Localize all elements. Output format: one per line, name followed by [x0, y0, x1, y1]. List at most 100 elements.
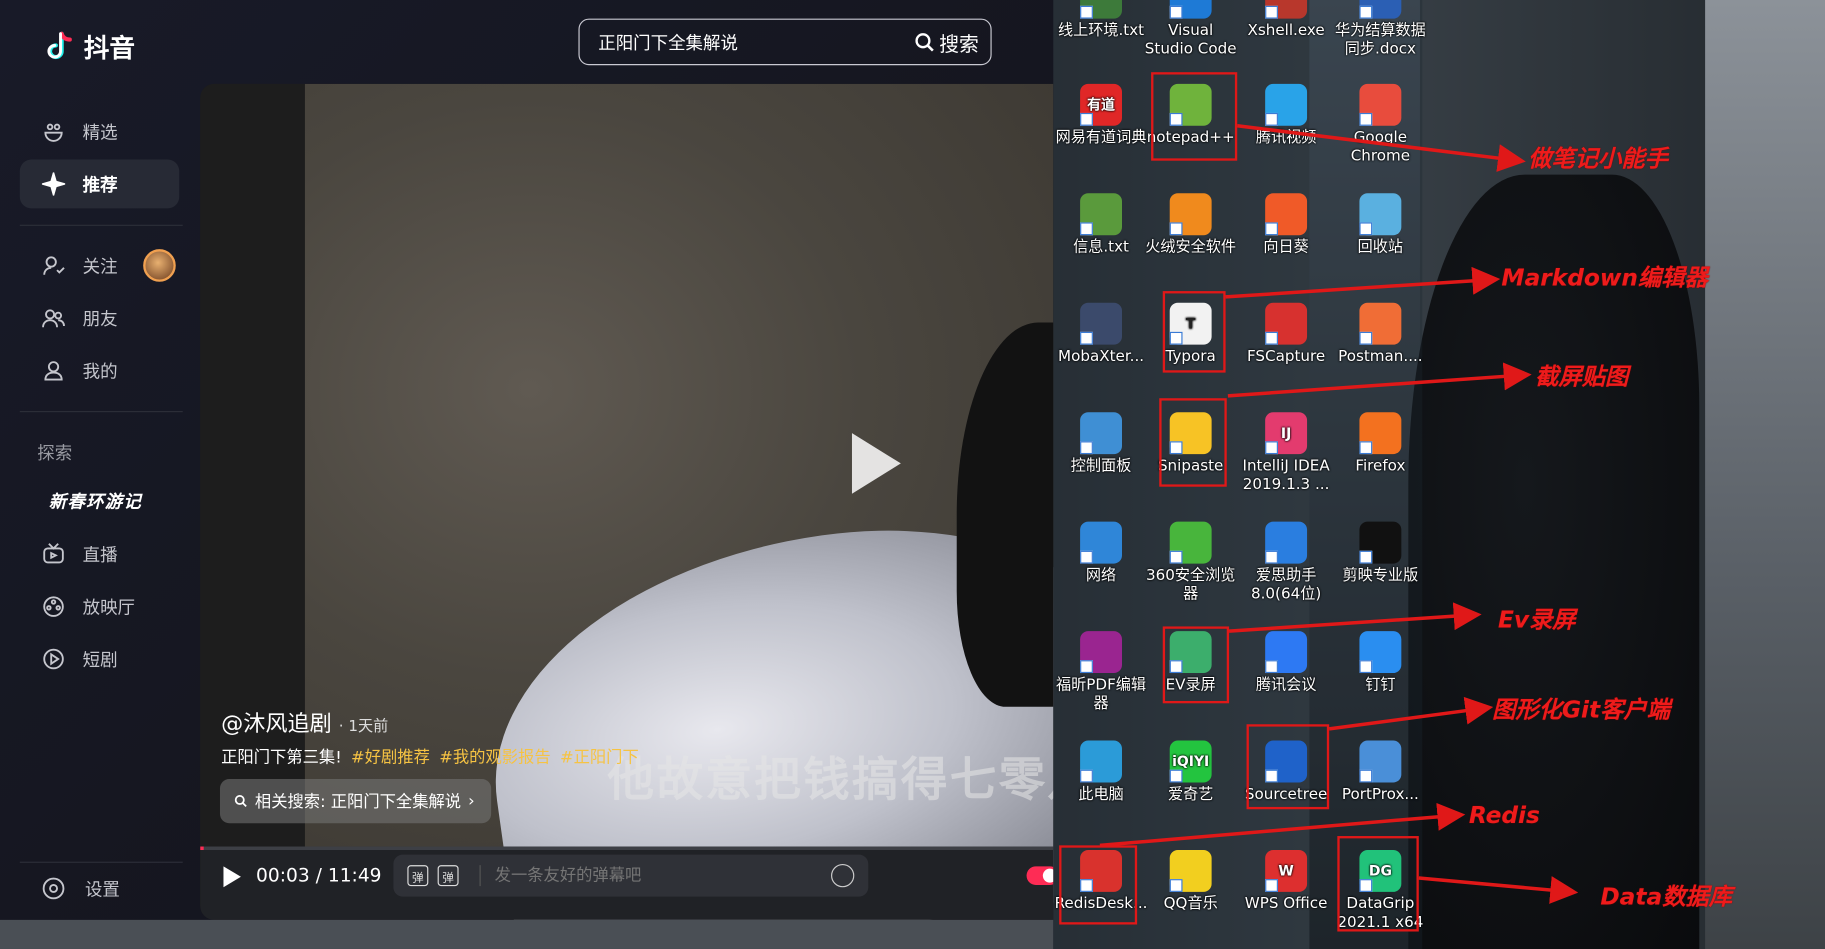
sidebar-item-mine[interactable]: 我的	[20, 346, 179, 395]
desktop-icon[interactable]: 网络	[1053, 521, 1148, 586]
desktop-icon[interactable]: Google Chrome	[1333, 83, 1428, 167]
desktop-icon-label: notepad++	[1146, 129, 1235, 147]
desktop-icon[interactable]: T Typora	[1143, 302, 1238, 367]
live-tv-icon	[41, 541, 67, 567]
desktop-icon[interactable]: MobaXter...	[1053, 302, 1148, 367]
desktop-icon[interactable]: 钉钉	[1333, 631, 1428, 695]
desktop-icon[interactable]: W WPS Office	[1238, 850, 1333, 914]
desktop-icon[interactable]: EV录屏	[1143, 631, 1238, 695]
progress-bar[interactable]	[200, 846, 1054, 851]
emoji-icon[interactable]	[831, 863, 855, 888]
douyin-note-icon	[47, 31, 72, 60]
desktop-icon[interactable]: 华为结算数据同步.docx	[1333, 0, 1428, 59]
desktop-icon[interactable]: 线上环境.txt	[1053, 0, 1148, 41]
annotation-notes: 做笔记小能手	[1528, 144, 1668, 173]
desktop-icon-label: 钉钉	[1365, 676, 1396, 694]
sparkle-icon	[41, 171, 67, 197]
desktop-icon[interactable]: QQ音乐	[1143, 850, 1238, 914]
desktop-icon[interactable]: 腾讯会议	[1238, 631, 1333, 695]
desktop-icon[interactable]: Sourcetree	[1238, 740, 1333, 805]
desktop-icon[interactable]: Xshell.exe	[1238, 0, 1333, 41]
settings-label: 设置	[84, 878, 120, 900]
festival-banner[interactable]: 新春环游记	[49, 489, 142, 513]
sidebar-item-featured[interactable]: 精选	[20, 107, 179, 156]
app-icon	[1169, 412, 1212, 455]
app-logo[interactable]: 抖音	[42, 28, 135, 65]
desktop-icon[interactable]: 360安全浏览器	[1143, 521, 1238, 605]
sidebar-item-recommend[interactable]: 推荐	[19, 159, 180, 209]
hashtag[interactable]: #正阳门下	[560, 749, 639, 768]
video-author[interactable]: @沐风追剧 · 1天前	[221, 707, 388, 738]
sidebar-item-friends[interactable]: 朋友	[20, 293, 179, 342]
desktop-icon[interactable]: 火绒安全软件	[1143, 193, 1238, 257]
desktop-icon[interactable]: 控制面板	[1053, 412, 1148, 476]
search-button[interactable]: 搜索	[915, 27, 979, 56]
desktop-icon[interactable]: 回收站	[1333, 193, 1428, 257]
play-icon[interactable]	[223, 866, 241, 888]
annotation-database: Data数据库	[1600, 882, 1733, 911]
desktop-icon[interactable]: PortProx...	[1333, 740, 1428, 805]
desktop-icon[interactable]: 爱思助手8.0(64位)	[1238, 521, 1333, 605]
search-box[interactable]: 搜索	[578, 18, 992, 66]
app-icon	[1080, 521, 1122, 564]
desktop-icon-label: FSCapture	[1246, 348, 1326, 366]
danmaku-toggle-icon[interactable]: 弹	[407, 865, 429, 887]
desktop-icon-label: 火绒安全软件	[1145, 238, 1237, 257]
sidebar-label: 朋友	[82, 307, 118, 329]
search-button-label: 搜索	[939, 33, 979, 57]
desktop-icon[interactable]: Firefox	[1333, 412, 1428, 476]
sidebar-item-short-drama[interactable]: 短剧	[20, 635, 179, 684]
desktop-icon[interactable]: IJ IntelliJ IDEA 2019.1.3 ...	[1238, 412, 1333, 495]
wallpaper-edge	[1705, 0, 1825, 949]
app-icon: DG	[1359, 850, 1402, 892]
desktop-icon[interactable]: 剪映专业版	[1333, 521, 1428, 586]
desktop-icon[interactable]: RedisDesk...	[1053, 850, 1148, 914]
desktop-icon[interactable]: 腾讯视频	[1238, 83, 1333, 148]
desktop-icon[interactable]: Snipaste	[1143, 412, 1238, 476]
desktop-icon[interactable]: notepad++	[1143, 83, 1238, 148]
app-icon: W	[1265, 850, 1308, 892]
desktop-icon[interactable]: FSCapture	[1238, 302, 1333, 367]
desktop-icon[interactable]: Postman....	[1333, 302, 1428, 367]
sidebar-item-follow[interactable]: 关注	[20, 241, 179, 290]
video-caption: 正阳门下第三集! #好剧推荐 #我的观影报告 #正阳门下	[221, 745, 639, 768]
related-search-text: 相关搜索: 正阳门下全集解说	[254, 792, 462, 812]
duration: 11:49	[327, 863, 382, 887]
taskbar-strip	[0, 919, 1054, 949]
desktop-icon[interactable]: iQIYI 爱奇艺	[1143, 740, 1238, 805]
desktop-icon-label: 腾讯会议	[1255, 676, 1317, 694]
search-icon	[234, 794, 247, 807]
desktop-icon[interactable]: 有道 网易有道词典	[1053, 83, 1148, 148]
play-overlay-icon[interactable]	[851, 433, 901, 494]
desktop-icon[interactable]: 福昕PDF编辑器	[1053, 631, 1148, 714]
related-search-chip[interactable]: 相关搜索: 正阳门下全集解说 ›	[219, 778, 491, 824]
video-player[interactable]: 他故意把钱搞得七零八 @沐风追剧 · 1天前 正阳门下第三集! #好剧推荐 #我的观…	[200, 83, 1054, 920]
desktop-icon[interactable]: Visual Studio Code	[1143, 0, 1238, 59]
followed-avatar[interactable]	[143, 249, 176, 282]
author-name[interactable]: @沐风追剧	[221, 707, 332, 738]
sidebar-item-cinema[interactable]: 放映厅	[20, 582, 179, 631]
danmaku-settings-icon[interactable]: 弹	[437, 865, 459, 887]
desktop-icon-label: 华为结算数据同步.docx	[1334, 22, 1426, 59]
friends-icon	[41, 305, 67, 331]
danmaku-input[interactable]	[479, 865, 822, 887]
desktop-icon[interactable]: 信息.txt	[1053, 193, 1148, 257]
desktop-icon[interactable]: 向日葵	[1238, 193, 1333, 257]
desktop-icon[interactable]: DG DataGrip 2021.1 x64	[1333, 850, 1428, 933]
app-icon	[1080, 193, 1122, 236]
autoplay-toggle[interactable]	[1026, 866, 1054, 885]
sidebar-item-live[interactable]: 直播	[20, 530, 179, 579]
desktop-icon[interactable]: 此电脑	[1053, 740, 1148, 805]
app-icon	[1080, 0, 1122, 19]
settings-button[interactable]: 设置	[41, 876, 120, 902]
hashtag[interactable]: #我的观影报告	[439, 749, 550, 768]
hashtag[interactable]: #好剧推荐	[351, 749, 430, 768]
desktop-icon-label: Google Chrome	[1350, 129, 1411, 166]
desktop-icon-label: Firefox	[1355, 457, 1406, 476]
sidebar-divider	[19, 224, 183, 226]
desktop-icon-label: QQ音乐	[1163, 895, 1218, 913]
desktop-icon-label: EV录屏	[1165, 676, 1216, 694]
sidebar-label: 精选	[82, 121, 118, 143]
desktop-icon-label: 爱思助手8.0(64位)	[1250, 567, 1322, 604]
search-input[interactable]	[595, 30, 904, 54]
